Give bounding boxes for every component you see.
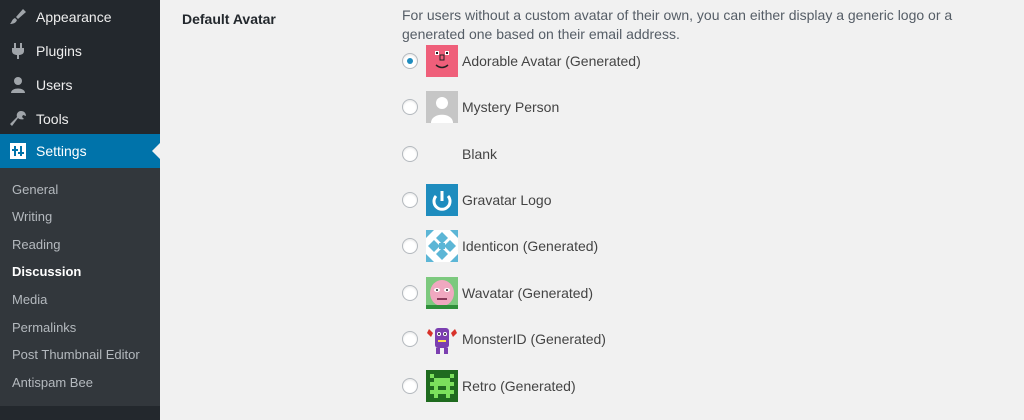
submenu-item-post-thumbnail-editor[interactable]: Post Thumbnail Editor [12, 347, 140, 362]
identicon-icon [426, 230, 458, 262]
sidebar-item-plugins[interactable]: Plugins [0, 34, 160, 68]
avatar-option-label: Adorable Avatar (Generated) [462, 53, 641, 69]
avatar-option-mystery-person[interactable]: Mystery Person [400, 90, 559, 124]
avatar-option-label: Gravatar Logo [462, 192, 552, 208]
submenu-item-writing[interactable]: Writing [12, 209, 52, 224]
user-icon [0, 68, 36, 102]
settings-submenu: General Writing Reading Discussion Media… [0, 168, 160, 406]
sidebar-item-tools[interactable]: Tools [0, 102, 160, 136]
default-avatar-description: For users without a custom avatar of the… [402, 7, 953, 42]
sidebar-item-label: Plugins [36, 43, 82, 59]
radio-button[interactable] [402, 99, 418, 115]
default-avatar-label: Default Avatar [182, 11, 276, 27]
sidebar-item-users[interactable]: Users [0, 68, 160, 102]
gravatar-logo-icon [426, 184, 458, 216]
avatar-option-retro[interactable]: Retro (Generated) [400, 369, 576, 403]
submenu-item-permalinks[interactable]: Permalinks [12, 320, 76, 335]
sidebar-item-appearance[interactable]: Appearance [0, 0, 160, 34]
avatar-option-label: Mystery Person [462, 99, 560, 115]
settings-icon [0, 134, 36, 168]
avatar-option-label: MonsterID (Generated) [462, 331, 606, 347]
avatar-option-identicon[interactable]: Identicon (Generated) [400, 229, 598, 263]
avatar-option-label: Retro (Generated) [462, 378, 576, 394]
admin-sidebar: Appearance Plugins Users Tools Settings … [0, 0, 160, 420]
avatar-option-gravatar-logo[interactable]: Gravatar Logo [400, 183, 552, 217]
avatar-option-label: Wavatar (Generated) [462, 285, 593, 301]
avatar-option-label: Identicon (Generated) [462, 238, 599, 254]
retro-icon [426, 370, 458, 402]
radio-button[interactable] [402, 285, 418, 301]
avatar-option-label: Blank [462, 146, 498, 162]
avatar-option-adorable[interactable]: Adorable Avatar (Generated) [400, 44, 641, 78]
wrench-icon [0, 102, 36, 136]
blank-avatar-icon [426, 138, 458, 170]
sidebar-item-settings[interactable]: Settings [0, 134, 160, 168]
sidebar-item-label: Settings [36, 143, 87, 159]
submenu-item-antispam-bee[interactable]: Antispam Bee [12, 375, 93, 390]
adorable-avatar-icon [426, 45, 458, 77]
radio-button[interactable] [402, 331, 418, 347]
wavatar-icon [426, 277, 458, 309]
avatar-option-monsterid[interactable]: MonsterID (Generated) [400, 322, 606, 356]
mystery-person-icon [426, 91, 458, 123]
sidebar-item-label: Appearance [36, 9, 112, 25]
submenu-item-discussion[interactable]: Discussion [12, 264, 81, 279]
monsterid-icon [426, 323, 458, 355]
radio-button[interactable] [402, 192, 418, 208]
submenu-item-general[interactable]: General [12, 182, 58, 197]
sidebar-item-label: Tools [36, 111, 69, 127]
avatar-option-blank[interactable]: Blank [400, 137, 497, 171]
radio-button[interactable] [402, 378, 418, 394]
submenu-item-media[interactable]: Media [12, 292, 47, 307]
avatar-option-wavatar[interactable]: Wavatar (Generated) [400, 276, 593, 310]
radio-button[interactable] [402, 146, 418, 162]
radio-button[interactable] [402, 53, 418, 69]
submenu-item-reading[interactable]: Reading [12, 237, 60, 252]
radio-button[interactable] [402, 238, 418, 254]
plug-icon [0, 34, 36, 68]
paintbrush-icon [0, 0, 36, 34]
sidebar-item-label: Users [36, 77, 73, 93]
